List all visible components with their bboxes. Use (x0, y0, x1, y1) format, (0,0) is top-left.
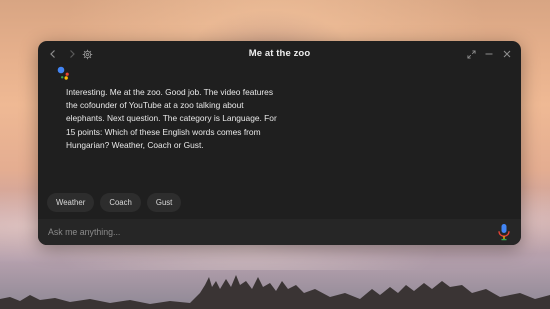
expand-icon[interactable] (463, 46, 479, 62)
window-title: Me at the zoo (248, 48, 311, 59)
suggestion-chip-gust[interactable]: Gust (146, 193, 182, 212)
title-bar: Me at the zoo (38, 41, 521, 67)
suggestion-chip-weather[interactable]: Weather (47, 193, 95, 212)
close-icon[interactable] (499, 46, 515, 62)
input-bar (38, 219, 521, 245)
assistant-dots-icon (57, 66, 69, 80)
ask-input[interactable] (48, 224, 478, 240)
microphone-icon[interactable] (496, 223, 512, 241)
assistant-response: Interesting. Me at the zoo. Good job. Th… (66, 87, 277, 150)
assistant-window: Me at the zoo Interesting. Me at the zoo… (38, 41, 521, 245)
suggestion-chips: Weather Coach Gust (47, 193, 182, 212)
minimize-icon[interactable] (481, 46, 497, 62)
background-trees (0, 275, 550, 309)
suggestion-chip-coach[interactable]: Coach (100, 193, 141, 212)
